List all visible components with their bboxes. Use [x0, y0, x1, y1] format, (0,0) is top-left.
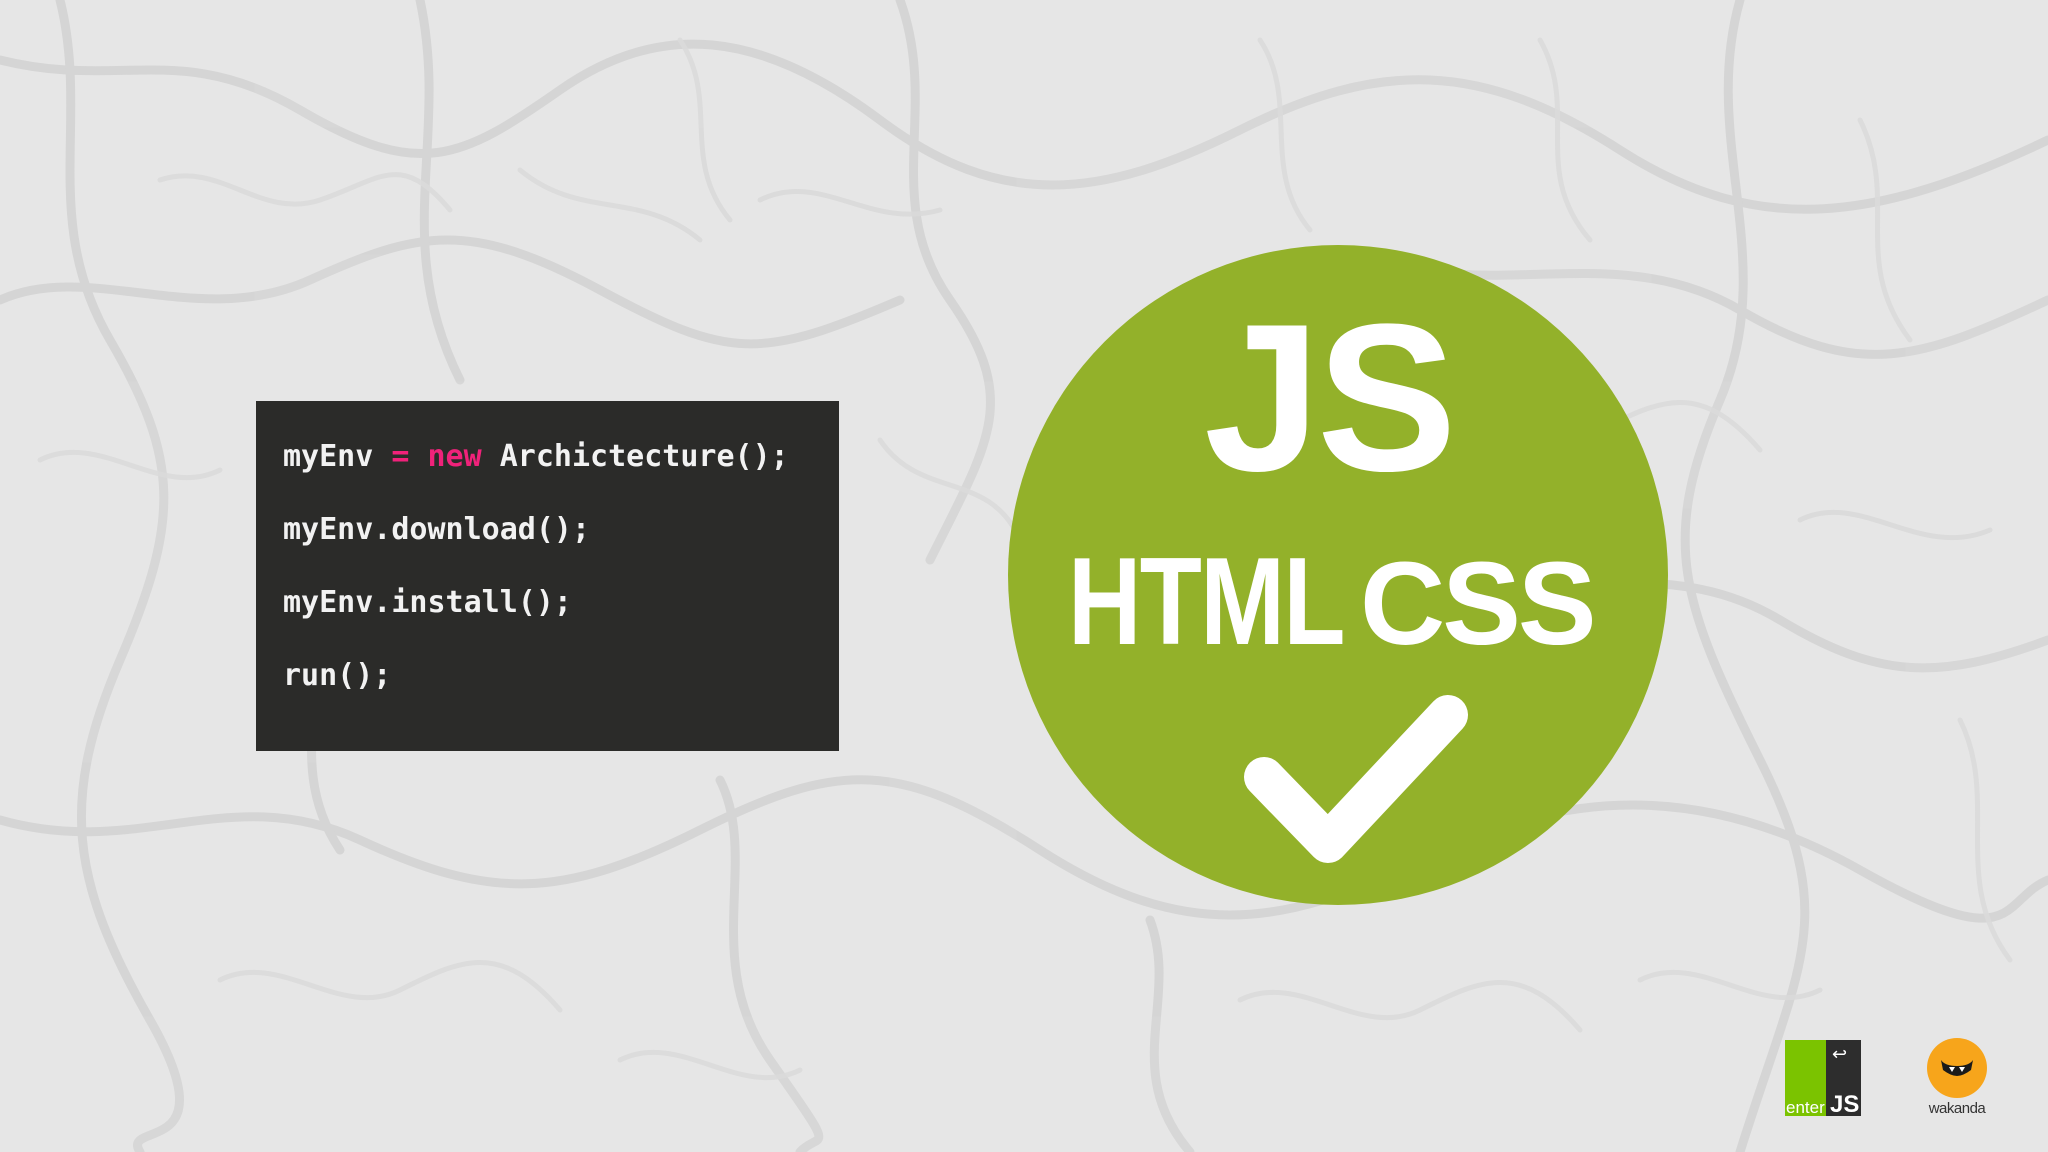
code-snippet-panel: myEnv = new Archictecture(); myEnv.downl… — [256, 401, 839, 751]
enterjs-logo-js-text: JS — [1830, 1091, 1860, 1118]
code-token-keyword: new — [427, 439, 482, 474]
enterjs-logo: ↩ enter JS — [1785, 1040, 1861, 1118]
badge-html-label: HTML — [1068, 533, 1345, 671]
wakanda-logo-circle — [1927, 1038, 1987, 1098]
code-line-4: run(); — [283, 658, 392, 693]
code-token-call: Archictecture(); — [481, 439, 789, 474]
wakanda-smile-icon — [1941, 1060, 1973, 1076]
wakanda-logo-label: wakanda — [1928, 1100, 1986, 1117]
badge-css-label: CSS — [1360, 538, 1597, 670]
wakanda-logo: wakanda — [1922, 1038, 1992, 1118]
code-line-1: myEnv = new Archictecture(); — [283, 437, 839, 510]
badge-js-label: JS — [1204, 280, 1457, 515]
checkmark-icon — [1244, 695, 1468, 863]
code-line-2: myEnv.download(); — [283, 512, 591, 547]
code-token-operator: = — [391, 439, 410, 474]
web-tech-badge: JS HTML CSS — [1008, 245, 1668, 905]
code-line-3: myEnv.install(); — [283, 585, 572, 620]
return-arrow-icon: ↩ — [1832, 1044, 1848, 1065]
code-token-identifier: myEnv — [283, 439, 392, 474]
enterjs-logo-enter-text: enter — [1786, 1098, 1825, 1117]
